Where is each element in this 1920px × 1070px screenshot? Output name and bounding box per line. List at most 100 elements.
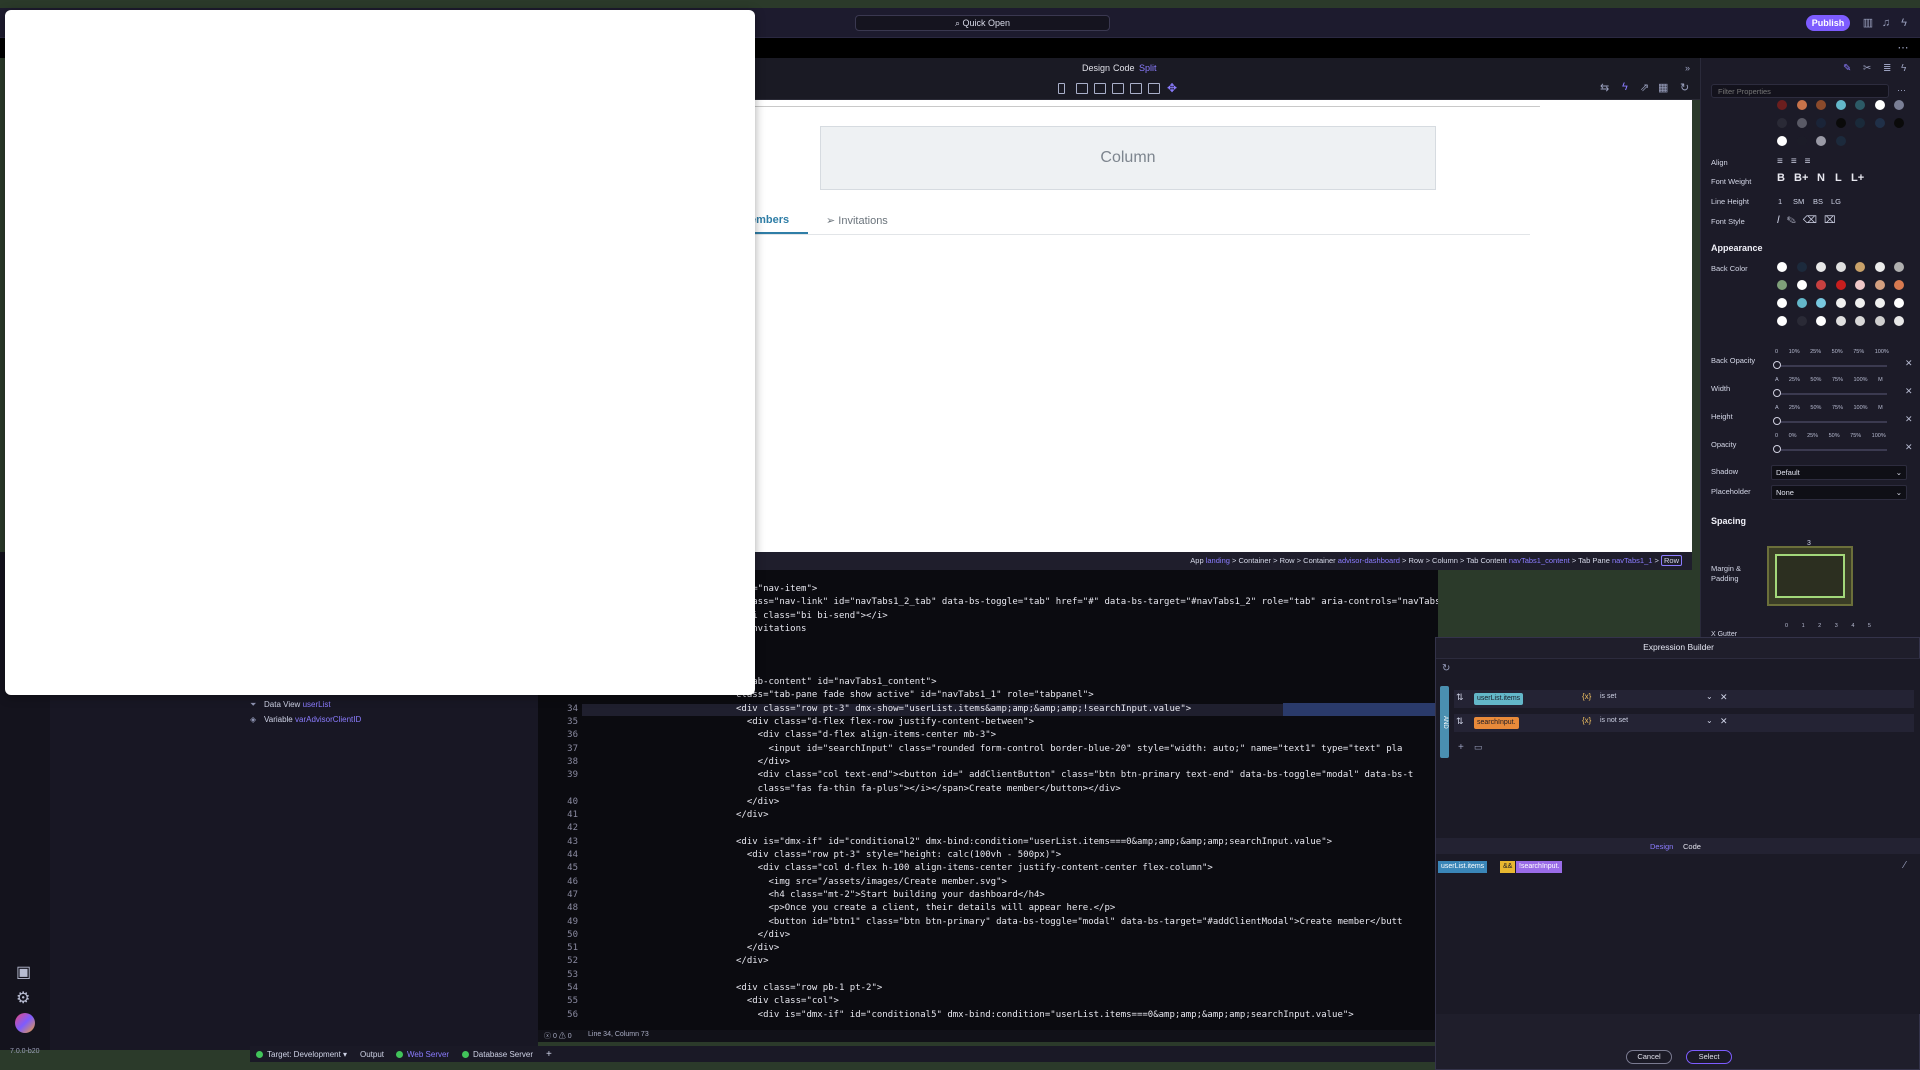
code-line[interactable]: <div class="col text-end"><button id=" a… [736, 770, 1414, 780]
collapse-icon[interactable]: » [1685, 63, 1690, 73]
color-swatch[interactable] [1894, 100, 1904, 110]
output-button[interactable]: Output [360, 1050, 384, 1059]
color-swatch[interactable] [1796, 118, 1807, 128]
desktop-icon[interactable] [1130, 83, 1142, 94]
crumb-row-2[interactable]: Row [1408, 556, 1423, 565]
color-swatch[interactable] [1855, 316, 1865, 326]
tab-members[interactable]: embers [750, 214, 789, 226]
close-icon[interactable]: ✕ [1905, 414, 1913, 425]
layers-icon[interactable]: ≣ [1883, 63, 1891, 74]
line-height-1[interactable]: 1 [1778, 197, 1782, 206]
web-server-button[interactable]: Web Server [396, 1050, 449, 1059]
add-group-icon[interactable]: ▭ [1474, 742, 1483, 753]
code-line[interactable]: </div> [736, 757, 791, 767]
tools-icon[interactable]: ✂ [1863, 63, 1871, 74]
color-swatch[interactable] [1777, 136, 1787, 146]
tab-code[interactable]: Code [1683, 842, 1701, 851]
extensions-icon[interactable]: ▣ [16, 962, 31, 982]
font-weight-normal[interactable]: N [1817, 172, 1825, 184]
code-line[interactable]: </div> [736, 956, 769, 966]
magic-wand-icon[interactable]: ⁄ [1904, 860, 1906, 871]
code-line[interactable]: <i class="bi bi-send"></i> [736, 611, 888, 621]
tab-design[interactable]: Design [1650, 842, 1673, 851]
notification-icon[interactable]: ♫ [1879, 16, 1893, 30]
expression-token[interactable]: && [1500, 861, 1516, 873]
code-line[interactable]: <p>Once you create a client, their detai… [736, 903, 1116, 913]
column-placeholder[interactable]: Column [820, 126, 1436, 190]
code-mode-tab[interactable]: Code [1113, 63, 1135, 73]
color-swatch[interactable] [1874, 262, 1885, 272]
cancel-button[interactable]: Cancel [1626, 1050, 1672, 1064]
tree-item-variable[interactable]: ◈ Variable varAdvisorClientID [250, 715, 361, 724]
expression-token[interactable]: !searchInput. [1516, 861, 1563, 873]
code-line[interactable]: <div is="dmx-if" id="conditional5" dmx-b… [736, 1010, 1354, 1020]
slider-knob[interactable] [1773, 445, 1781, 453]
crumb-tab-pane[interactable]: Tab Pane [1578, 556, 1610, 565]
avatar[interactable] [15, 1013, 35, 1033]
color-swatch[interactable] [1855, 262, 1865, 272]
font-weight-bolder[interactable]: B+ [1794, 172, 1808, 184]
code-line[interactable]: <h4 class="mt-2">Start building your das… [736, 890, 1045, 900]
color-swatch[interactable] [1874, 100, 1885, 110]
code-line[interactable]: </div> [736, 810, 769, 820]
chevron-down-icon[interactable]: ⌄ [1706, 716, 1713, 725]
crumb-current[interactable]: Row [1660, 555, 1682, 566]
color-swatch[interactable] [1874, 298, 1885, 308]
design-canvas[interactable]: Column embers ➢ Invitations [740, 100, 1692, 552]
box-model-editor[interactable]: 3 [1767, 540, 1853, 606]
tablet-icon[interactable] [1094, 83, 1106, 94]
placeholder-select[interactable]: None ⌄ [1771, 485, 1907, 500]
blank-window[interactable] [5, 10, 755, 695]
close-icon[interactable]: ✕ [1905, 442, 1913, 453]
grid-icon[interactable]: ▦ [1658, 81, 1668, 94]
code-line[interactable]: class="nav-link" id="navTabs1_2_tab" dat… [736, 597, 1438, 607]
width-slider[interactable] [1773, 389, 1887, 397]
crumb-container-2[interactable]: Container [1303, 556, 1336, 565]
code-line[interactable]: class="tab-pane fade show active" id="na… [736, 690, 1094, 700]
expression-preview[interactable]: userList.items && !searchInput. ⁄ [1436, 854, 1920, 1014]
chevron-down-icon[interactable]: ⌄ [1706, 692, 1713, 701]
database-server-button[interactable]: Database Server [462, 1050, 533, 1059]
condition-row[interactable]: ⇅ userList.items {x} is set ⌄ ✕ [1454, 690, 1914, 708]
color-swatch[interactable] [1855, 280, 1865, 290]
more-icon[interactable]: ⋯ [1896, 41, 1910, 55]
design-mode-tab[interactable]: Design [1082, 63, 1110, 73]
function-icon[interactable]: {x} [1582, 692, 1591, 701]
color-swatch[interactable] [1816, 136, 1826, 146]
color-swatch[interactable] [1796, 100, 1807, 110]
color-swatch[interactable] [1874, 316, 1885, 326]
close-icon[interactable]: ✕ [1905, 386, 1913, 397]
code-line[interactable]: <div class="col"> [736, 996, 839, 1006]
crumb-row[interactable]: Row [1280, 556, 1295, 565]
color-swatch[interactable] [1835, 262, 1846, 272]
color-swatch[interactable] [1777, 262, 1787, 272]
opacity-slider[interactable] [1773, 445, 1887, 453]
code-line[interactable]: <div class="d-flex align-items-center mb… [736, 730, 996, 740]
more-icon[interactable]: ⋯ [1897, 85, 1906, 96]
sort-icon[interactable]: ⇅ [1456, 692, 1464, 703]
phone-landscape-icon[interactable] [1076, 83, 1088, 94]
function-icon[interactable]: {x} [1582, 716, 1591, 725]
phone-portrait-icon[interactable] [1058, 83, 1065, 94]
color-swatch[interactable] [1816, 316, 1826, 326]
font-weight-bold[interactable]: B [1777, 172, 1785, 184]
layout-icon[interactable]: ▥ [1861, 16, 1875, 30]
bolt-icon[interactable]: ϟ [1622, 81, 1628, 93]
color-swatch[interactable] [1777, 298, 1787, 308]
color-swatch[interactable] [1835, 298, 1846, 308]
close-icon[interactable]: ✕ [1905, 358, 1913, 369]
crumb-column[interactable]: Column [1432, 556, 1458, 565]
color-swatch[interactable] [1796, 136, 1807, 146]
color-swatch[interactable] [1894, 262, 1904, 272]
operator-select[interactable]: is not set [1600, 717, 1628, 724]
line-height-lg[interactable]: LG [1831, 197, 1841, 206]
tab-invitations[interactable]: ➢ Invitations [826, 214, 888, 227]
color-swatch[interactable] [1816, 262, 1826, 272]
color-swatch[interactable] [1777, 280, 1787, 290]
code-line[interactable]: <div class="row pt-3" style="height: cal… [736, 850, 1061, 860]
color-swatch[interactable] [1874, 280, 1885, 290]
close-icon[interactable]: ✕ [1720, 692, 1728, 703]
color-swatch[interactable] [1796, 298, 1807, 308]
color-swatch[interactable] [1855, 298, 1865, 308]
field-chip[interactable]: searchInput. [1474, 717, 1519, 729]
